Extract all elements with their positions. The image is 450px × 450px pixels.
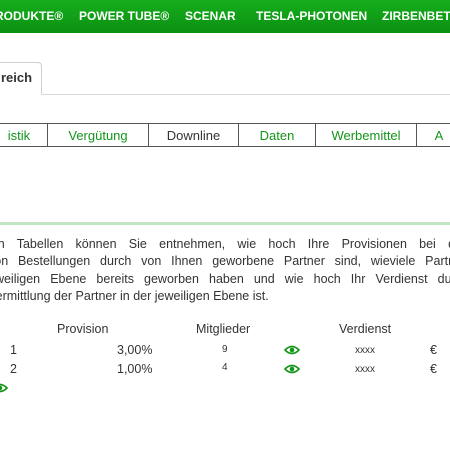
intro-line: von Bestellungen durch von Ihnen geworbe… xyxy=(0,254,450,269)
intro-line: len Tabellen können Sie entnehmen, wie h… xyxy=(0,237,450,251)
tab-label: reich xyxy=(1,70,33,85)
eye-icon[interactable] xyxy=(0,383,8,393)
nav-item-scenar[interactable]: SCENAR xyxy=(185,0,236,33)
sub-navigation: istik Vergütung Downline Daten Werbemitt… xyxy=(0,123,450,148)
tab-partnerbereich[interactable]: reich xyxy=(0,62,42,95)
mitglieder-cell: 9 xyxy=(222,344,228,355)
tab-bar: reich xyxy=(0,62,450,95)
provision-cell: 1,00% xyxy=(117,362,153,376)
column-header-mitglieder: Mitglieder xyxy=(196,322,251,336)
intro-line: eweiligen Ebene bereits geworben haben u… xyxy=(0,271,450,286)
provision-cell: 3,00% xyxy=(117,343,153,357)
verdienst-cell: xxxx xyxy=(355,345,375,356)
verdienst-cell: xxxx xyxy=(355,364,375,375)
column-header-verdienst: Verdienst xyxy=(339,322,392,336)
nav-item-tesla-photonen[interactable]: TESLA-PHOTONEN xyxy=(256,0,367,33)
subtab-statistik[interactable]: istik xyxy=(0,123,48,147)
intro-line: Vermittlung der Partner in der jeweilige… xyxy=(0,288,269,303)
currency-cell: € xyxy=(430,343,437,357)
column-header-provision: Provision xyxy=(57,322,109,336)
subtab-werbemittel[interactable]: Werbemittel xyxy=(316,123,417,147)
subtab-verguetung[interactable]: Vergütung xyxy=(48,123,149,147)
nav-item-zirbenbett[interactable]: ZIRBENBETT xyxy=(382,0,450,33)
section-divider xyxy=(0,222,450,225)
currency-cell: € xyxy=(430,362,437,376)
mitglieder-cell: 4 xyxy=(222,362,228,373)
nav-item-produkte[interactable]: RODUKTE® xyxy=(0,0,63,33)
eye-icon[interactable] xyxy=(284,364,300,374)
level-cell: 1 xyxy=(10,343,17,357)
subtab-more[interactable]: A xyxy=(417,123,450,147)
subtab-daten[interactable]: Daten xyxy=(239,123,316,147)
intro-text: len Tabellen können Sie entnehmen, wie h… xyxy=(0,236,450,305)
nav-item-power-tube[interactable]: POWER TUBE® xyxy=(79,0,169,33)
eye-icon[interactable] xyxy=(284,345,300,355)
level-cell: 2 xyxy=(10,362,17,376)
top-navigation: RODUKTE® POWER TUBE® SCENAR TESLA-PHOTON… xyxy=(0,0,450,33)
subtab-downline[interactable]: Downline xyxy=(149,123,239,147)
